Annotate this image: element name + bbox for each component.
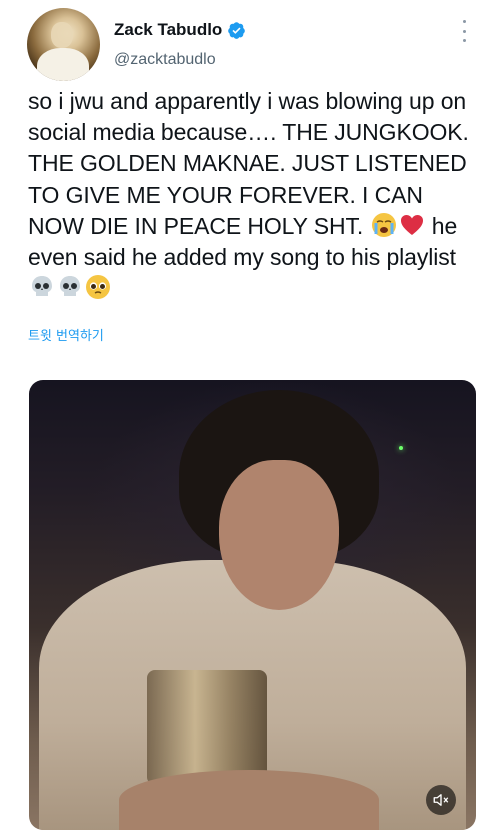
more-options-icon[interactable] [459,20,469,42]
skull-emoji-icon [32,276,52,297]
skull-emoji-icon [60,276,80,297]
avatar-body [37,48,89,81]
tweet-header: Zack Tabudlo @zacktabudlo [0,0,499,90]
avatar-face [51,22,73,48]
video-person-hand [119,770,379,830]
author-name-row: Zack Tabudlo [114,20,246,40]
tweet-text: so i jwu and apparently i was blowing up… [28,86,478,304]
background-light [399,446,403,450]
author-handle[interactable]: @zacktabudlo [114,51,216,69]
video-person-face [219,460,339,610]
author-name[interactable]: Zack Tabudlo [114,20,222,40]
verified-badge-icon [228,21,246,39]
translate-tweet-link[interactable]: 트윗 번역하기 [28,325,104,344]
video-cup [147,670,267,785]
volume-muted-icon[interactable] [426,785,456,815]
red-heart-emoji-icon [400,214,423,235]
avatar[interactable] [27,8,100,81]
tweet-video[interactable] [29,380,476,830]
pleading-face-emoji-icon [86,275,110,300]
crying-face-emoji-icon [371,212,396,237]
